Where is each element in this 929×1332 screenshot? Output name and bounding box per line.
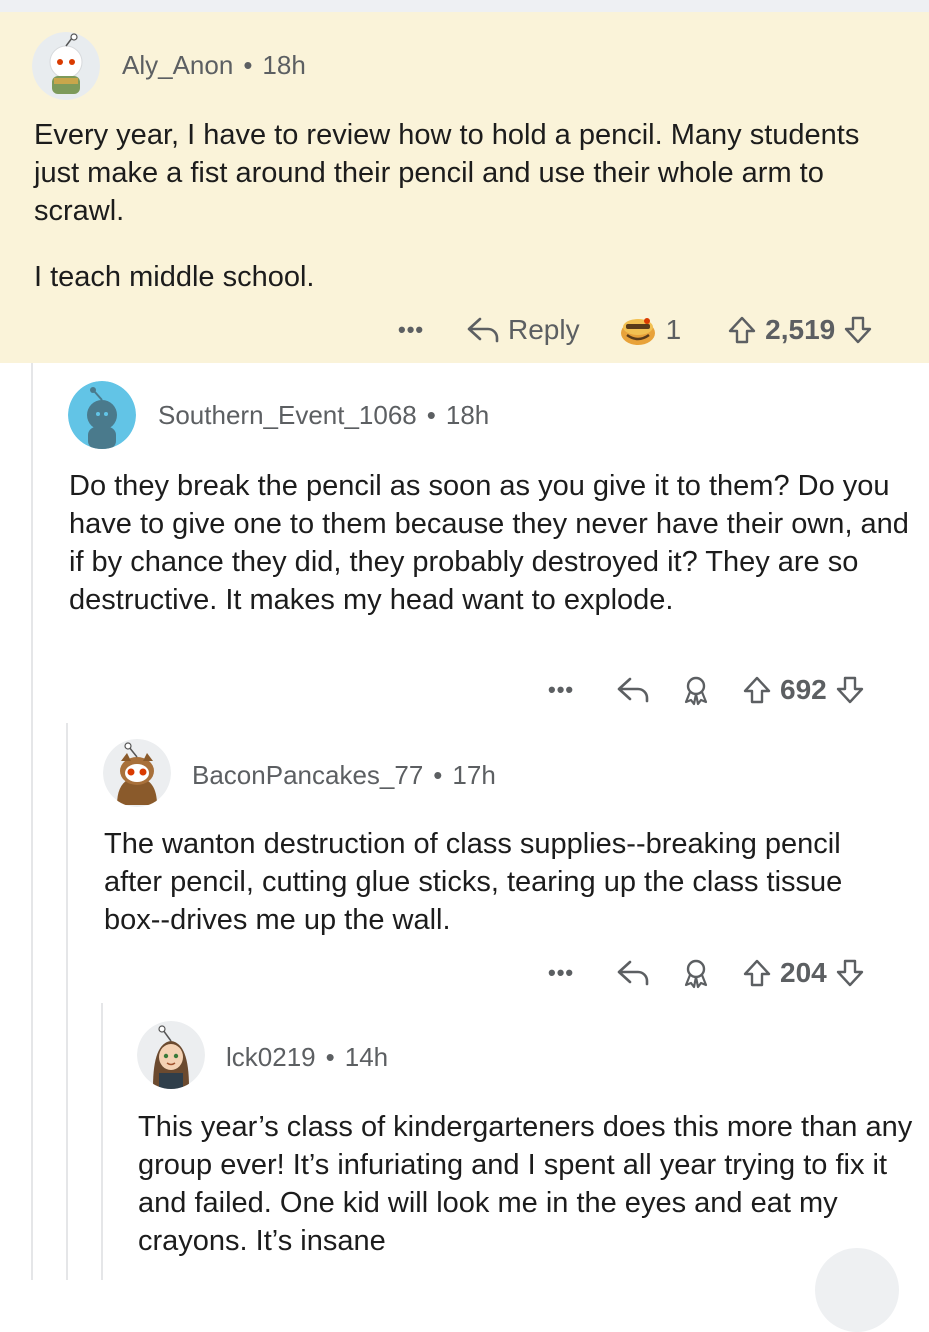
comment-body: The wanton destruction of class supplies… [104,825,904,939]
comment-body: Do they break the pencil as soon as you … [69,467,914,619]
award-icon [684,676,708,706]
comment-age: 18h [445,400,490,430]
comment-paragraph: The wanton destruction of class supplies… [104,828,843,936]
comment-paragraph: Do they break the pencil as soon as you … [69,470,909,616]
comment-meta: Southern_Event_1068 • 18h [158,400,489,431]
meta-separator: • [243,50,253,80]
snoo-avatar-icon [32,32,100,100]
reply-button[interactable]: Reply [466,314,580,346]
reply-label: Reply [508,314,580,345]
username[interactable]: lck0219 [226,1042,316,1072]
vote-controls: 692 [742,674,865,706]
snoo-avatar-icon [137,1021,205,1089]
vote-controls: 204 [742,957,865,989]
snoo-avatar-icon [68,381,136,449]
more-options-button[interactable]: ••• [398,317,438,343]
avatar[interactable] [137,1021,205,1089]
username[interactable]: BaconPancakes_77 [192,760,423,790]
award-button[interactable] [680,957,712,989]
avatar[interactable] [68,381,136,449]
comment-actions: ••• Reply 1 2,519 [398,310,873,350]
comment-paragraph: I teach middle school. [34,261,315,293]
comment-southern-event: Southern_Event_1068 • 18h Do they break th… [0,363,929,723]
award-icon [620,318,655,345]
reply-icon [617,960,649,986]
comment-actions: ••• 204 [548,953,865,993]
comment-aly-anon: Aly_Anon • 18h Every year, I have to revie… [0,12,929,363]
vote-score: 204 [780,957,827,988]
upvote-icon[interactable] [742,958,772,988]
avatar[interactable] [103,739,171,807]
more-options-button[interactable]: ••• [548,960,588,986]
comment-age: 17h [452,760,496,790]
comment-meta: lck0219 • 14h [226,1042,388,1073]
comment-paragraph: This year’s class of kindergarteners doe… [138,1111,913,1257]
floating-action-button[interactable] [815,1248,899,1332]
comment-lck0219: lck0219 • 14h This year’s class of kinderg… [0,1003,929,1280]
comment-meta: BaconPancakes_77 • 17h [192,760,496,791]
vote-controls: 2,519 [727,314,873,346]
comment-body: This year’s class of kindergarteners doe… [138,1108,913,1260]
username[interactable]: Aly_Anon [122,50,233,80]
award-icon [684,959,708,989]
comment-baconpancakes: BaconPancakes_77 • 17h The wanton destruct… [0,723,929,1003]
vote-score: 2,519 [765,314,836,345]
award-count: 1 [665,314,682,345]
downvote-icon[interactable] [835,958,865,988]
username[interactable]: Southern_Event_1068 [158,400,417,430]
downvote-icon[interactable] [843,315,873,345]
meta-separator: • [426,400,436,430]
award-button[interactable]: 1 [618,313,682,347]
vote-score: 692 [780,674,827,705]
comment-age: 14h [344,1042,389,1072]
award-button[interactable] [680,674,712,706]
meta-separator: • [433,760,443,790]
meta-separator: • [325,1042,335,1072]
comment-age: 18h [262,50,306,80]
upvote-icon[interactable] [727,315,757,345]
comment-paragraph: Every year, I have to review how to hold… [34,119,860,227]
top-edge [0,0,929,12]
upvote-icon[interactable] [742,675,772,705]
snoo-avatar-icon [103,739,171,807]
reply-icon [467,317,499,343]
comment-meta: Aly_Anon • 18h [122,50,306,81]
comment-body: Every year, I have to review how to hold… [34,116,874,296]
reply-icon [617,677,649,703]
avatar[interactable] [32,32,100,100]
more-options-button[interactable]: ••• [548,677,588,703]
reply-button[interactable] [616,676,650,704]
reply-button[interactable] [616,959,650,987]
downvote-icon[interactable] [835,675,865,705]
comment-actions: ••• 692 [548,670,865,710]
